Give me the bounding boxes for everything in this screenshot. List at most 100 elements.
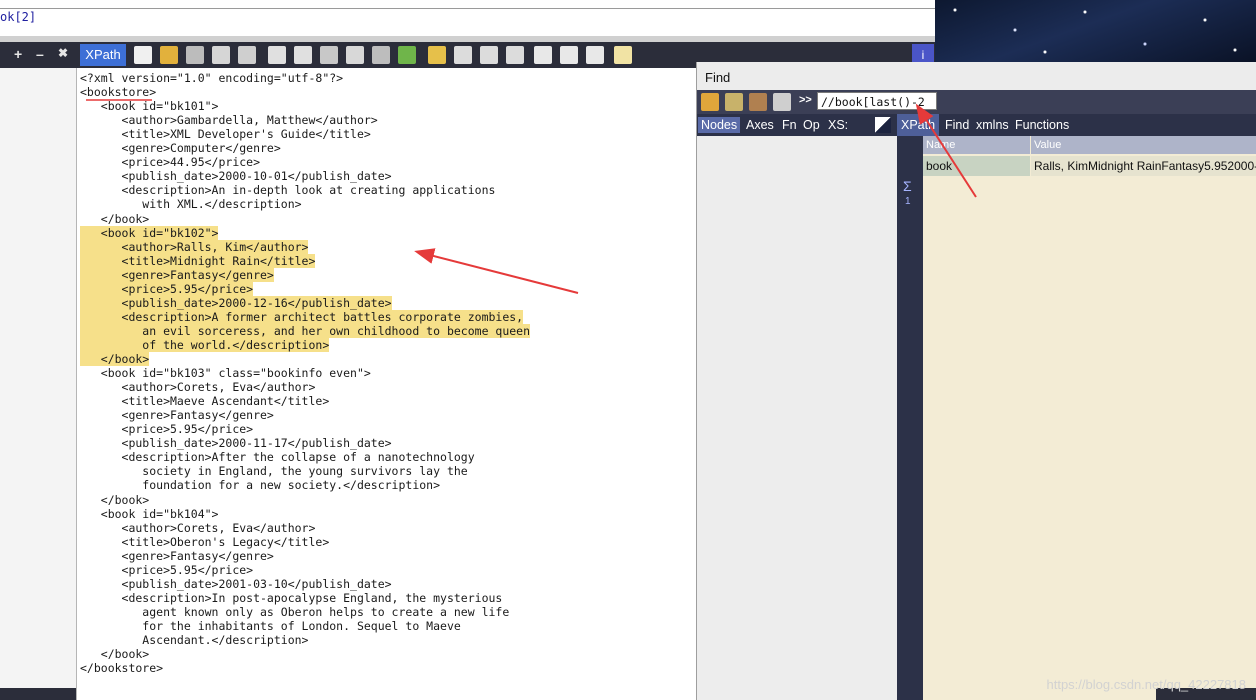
xml-line[interactable]: an evil sorceress, and her own childhood… (80, 323, 531, 338)
tab-fn[interactable]: Fn (779, 117, 800, 133)
xml-line[interactable]: <?xml version="1.0" encoding="utf-8"?> (80, 71, 343, 85)
xml-line[interactable]: <description>In post-apocalypse England,… (80, 591, 503, 605)
xml-line[interactable]: <author>Ralls, Kim</author> (80, 239, 309, 254)
column-header-value[interactable]: Value (1031, 136, 1256, 154)
close-icon[interactable]: ✖ (58, 46, 68, 60)
xml-line[interactable]: <publish_date>2000-10-01</publish_date> (80, 169, 392, 183)
xml-line[interactable]: for the inhabitants of London. Sequel to… (80, 619, 461, 633)
xml-line[interactable]: <author>Corets, Eva</author> (80, 380, 316, 395)
move-up-icon[interactable] (428, 46, 446, 64)
xml-line[interactable]: society in England, the young survivors … (80, 464, 468, 479)
tab-xs[interactable]: XS: (825, 117, 851, 133)
xml-line-text: <title>Maeve Ascendant</title> (80, 394, 330, 409)
xml-line[interactable]: agent known only as Oberon helps to crea… (80, 605, 509, 619)
xml-line[interactable]: <book id="bk102"> (80, 225, 219, 240)
xml-line[interactable]: with XML.</description> (80, 197, 301, 211)
indent-icon[interactable] (480, 46, 498, 64)
xml-line[interactable]: </book> (80, 212, 149, 226)
collapse-button[interactable]: – (36, 46, 44, 62)
xml-line[interactable]: <genre>Fantasy</genre> (80, 549, 274, 563)
xml-editor[interactable]: <?xml version="1.0" encoding="utf-8"?> <b… (78, 68, 696, 700)
tab-axes[interactable]: Axes (743, 117, 777, 133)
xml-line-text: <genre>Fantasy</genre> (80, 267, 274, 282)
results-grid: Name Value book Ralls, KimMidnight RainF… (923, 136, 1256, 700)
search-icon[interactable] (346, 46, 364, 64)
align-icon[interactable] (534, 46, 552, 64)
xml-line-text: <author>Corets, Eva</author> (80, 380, 316, 395)
xml-line[interactable]: <author>Gambardella, Matthew</author> (80, 113, 378, 127)
xpath-query-input[interactable]: //book[last()-2 ] (817, 92, 937, 127)
xml-line[interactable]: </bookstore> (80, 661, 163, 675)
xml-line[interactable]: <publish_date>2000-12-16</publish_date> (80, 295, 392, 310)
tab-xmlns[interactable]: xmlns (972, 114, 1013, 136)
xml-line[interactable]: </book> (80, 352, 150, 366)
xml-line[interactable]: <title>Oberon's Legacy</title> (80, 535, 330, 549)
save-all-icon[interactable] (212, 46, 230, 64)
address-text[interactable]: ok[2] (0, 10, 36, 24)
column-header-name[interactable]: Name (923, 136, 1030, 154)
xml-line[interactable]: <publish_date>2000-11-17</publish_date> (80, 436, 392, 450)
xpath-tab[interactable]: XPath (80, 44, 126, 66)
toggle-icon[interactable] (875, 117, 891, 133)
tag-icon[interactable] (773, 93, 791, 111)
star-icon[interactable] (725, 93, 743, 111)
move-down-icon[interactable] (454, 46, 472, 64)
xml-line[interactable]: of the world.</description> (80, 337, 330, 352)
xml-line[interactable]: <price>44.95</price> (80, 155, 260, 169)
xml-line[interactable]: <bookstore> (80, 85, 156, 99)
expand-button[interactable]: + (14, 46, 22, 62)
cut-icon[interactable] (268, 46, 286, 64)
print-icon[interactable] (238, 46, 256, 64)
redo-icon[interactable] (398, 46, 416, 64)
xml-line[interactable]: <genre>Fantasy</genre> (80, 408, 274, 422)
tab-nodes[interactable]: Nodes (698, 117, 741, 133)
list-icon[interactable] (586, 46, 604, 64)
xml-line[interactable]: <publish_date>2001-03-10</publish_date> (80, 577, 392, 591)
nodes-list[interactable] (697, 136, 898, 700)
find-window: Find >> //book[last()-2 ] Nodes Axes Fn … (696, 62, 1256, 700)
xml-line[interactable]: <price>5.95</price> (80, 281, 254, 296)
xml-line[interactable]: <genre>Computer</genre> (80, 141, 281, 155)
xml-line[interactable]: </book> (80, 647, 149, 661)
left-panel (0, 68, 77, 700)
paste-icon[interactable] (320, 46, 338, 64)
xml-line[interactable]: <description>After the collapse of a nan… (80, 450, 475, 464)
xml-line[interactable]: <title>Midnight Rain</title> (80, 253, 316, 268)
xml-line[interactable]: <book id="bk103" class="bookinfo even"> (80, 366, 371, 380)
new-file-icon[interactable] (134, 46, 152, 64)
save-icon[interactable] (186, 46, 204, 64)
xml-line[interactable]: <price>5.95</price> (80, 562, 254, 577)
xml-line[interactable]: <author>Corets, Eva</author> (80, 521, 316, 535)
xml-line[interactable]: </book> (80, 493, 149, 507)
xml-line[interactable]: <description>A former architect battles … (80, 309, 524, 324)
tab-find[interactable]: Find (941, 114, 973, 136)
open-folder-icon[interactable] (160, 46, 178, 64)
xml-line[interactable]: Ascendant.</description> (80, 633, 308, 647)
tab-op[interactable]: Op (800, 117, 823, 133)
outdent-icon[interactable] (506, 46, 524, 64)
xml-line[interactable]: <description>An in-depth look at creatin… (80, 183, 496, 197)
result-value-cell[interactable]: Ralls, KimMidnight RainFantasy5.952000-1… (1031, 156, 1256, 176)
xml-line-text: society in England, the young survivors … (80, 464, 468, 479)
xml-line-text: <price>44.95</price> (80, 155, 261, 170)
gear-icon[interactable] (749, 93, 767, 111)
xml-line-text: <bookstore> (80, 85, 157, 100)
pencil-icon[interactable] (701, 93, 719, 111)
align2-icon[interactable] (560, 46, 578, 64)
tab-functions[interactable]: Functions (1011, 114, 1073, 136)
xml-line-text: <price>5.95</price> (80, 562, 254, 577)
xml-line[interactable]: <price>5.95</price> (80, 422, 254, 436)
edit-icon[interactable] (614, 46, 632, 64)
xml-line[interactable]: foundation for a new society.</descripti… (80, 478, 440, 492)
tab-xpath[interactable]: XPath (897, 114, 940, 136)
go-button[interactable]: >> (799, 94, 812, 106)
undo-icon[interactable] (372, 46, 390, 64)
xml-line[interactable]: <title>XML Developer's Guide</title> (80, 127, 371, 141)
xml-line-text: <book id="bk104"> (80, 506, 219, 521)
xml-line[interactable]: <book id="bk101"> (80, 99, 219, 113)
xml-line[interactable]: <genre>Fantasy</genre> (80, 267, 274, 282)
xml-line[interactable]: <title>Maeve Ascendant</title> (80, 394, 330, 409)
copy-icon[interactable] (294, 46, 312, 64)
xml-line[interactable]: <book id="bk104"> (80, 506, 219, 521)
result-name-cell[interactable]: book (923, 156, 1030, 176)
